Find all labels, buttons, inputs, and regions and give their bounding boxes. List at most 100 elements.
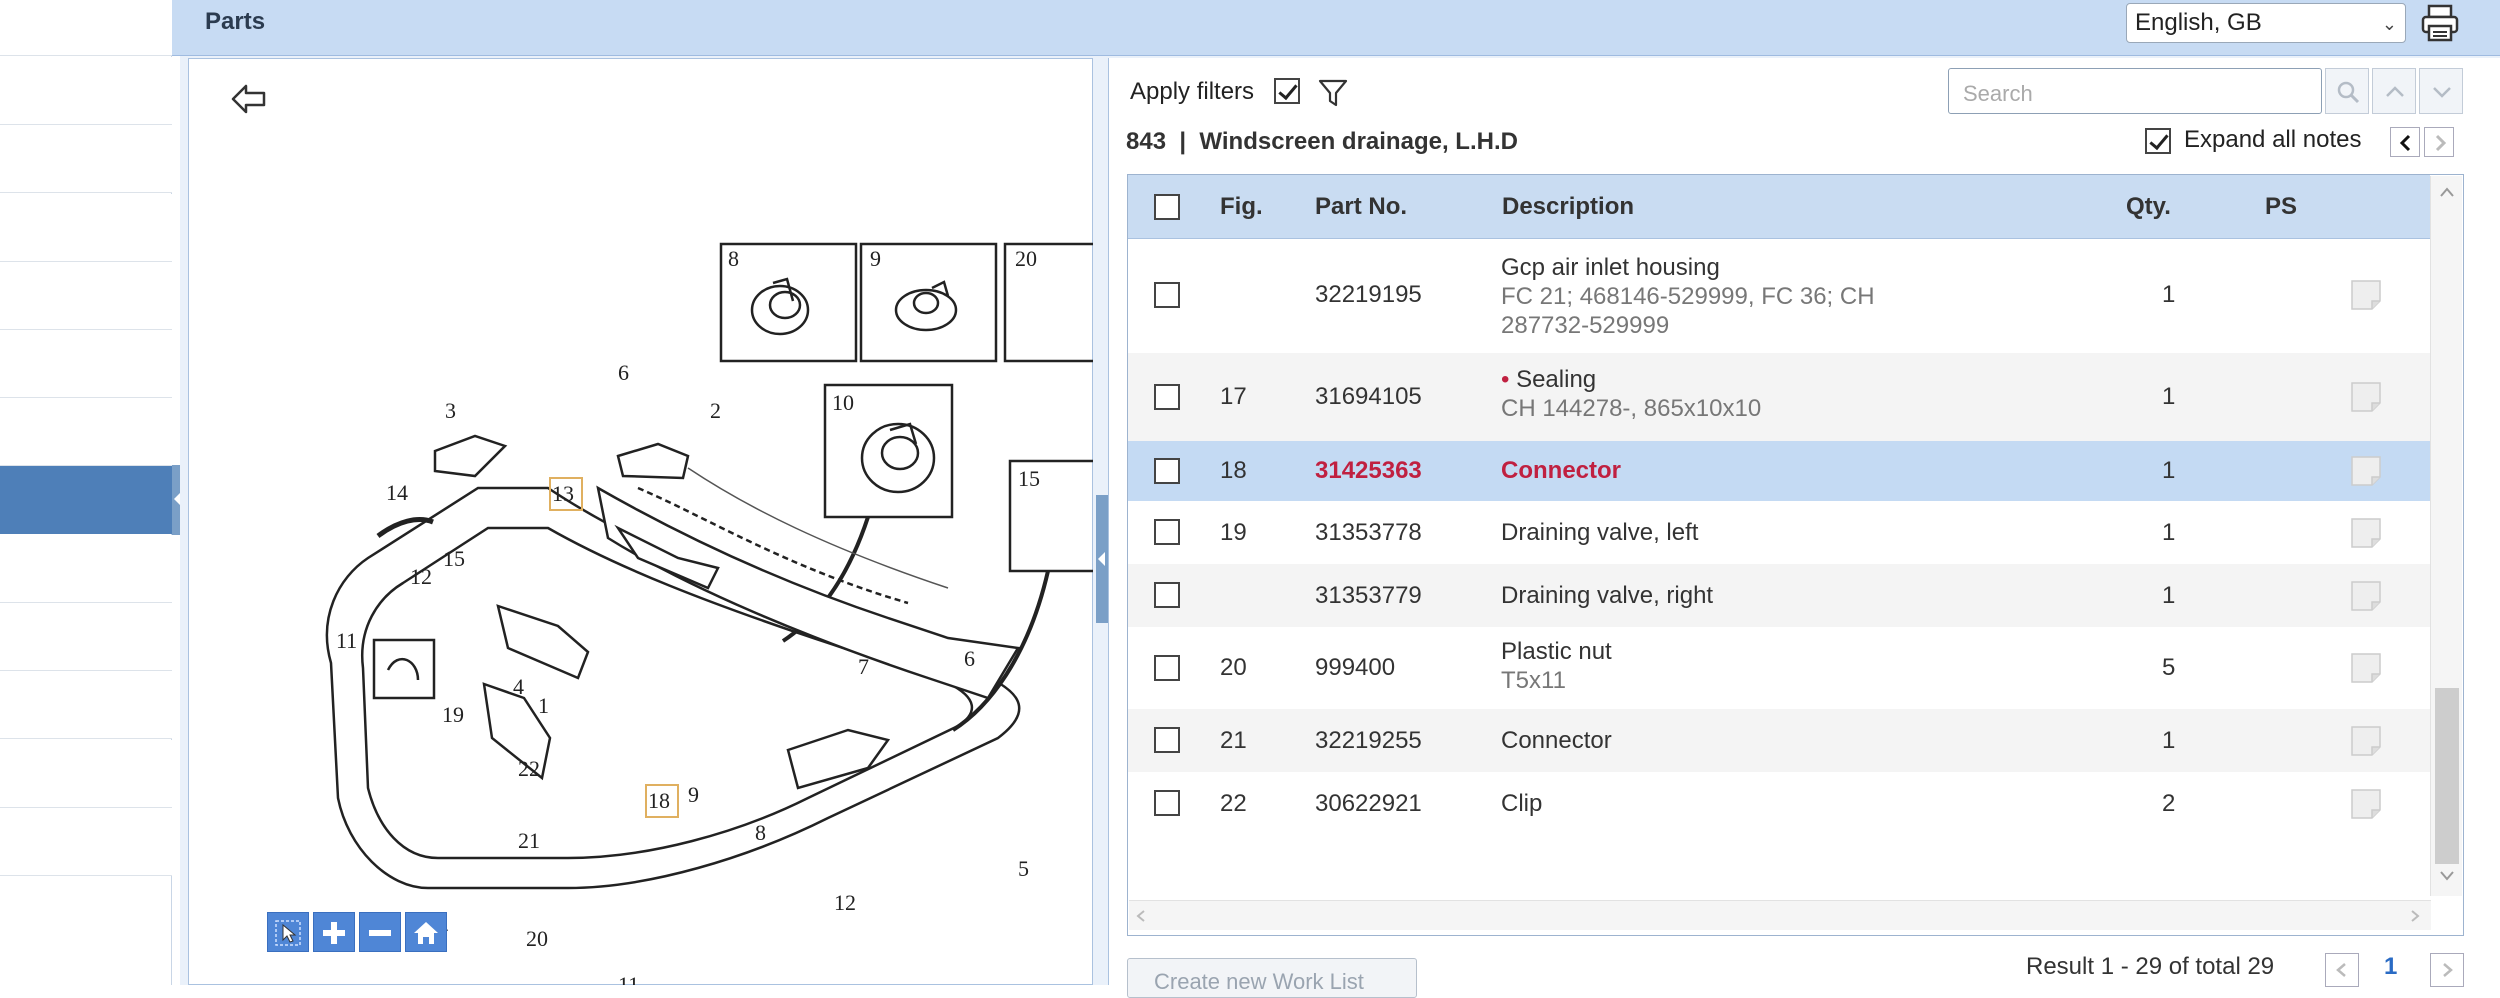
row-checkbox[interactable] bbox=[1154, 384, 1180, 410]
next-page-button[interactable] bbox=[2430, 953, 2464, 987]
diagram-collapse-handle[interactable] bbox=[1096, 495, 1108, 623]
callout-label: 1 bbox=[538, 693, 549, 718]
parts-group-title: 843 | Windscreen drainage, L.H.D bbox=[1126, 128, 1518, 155]
part-description: Connector bbox=[1501, 727, 1612, 754]
part-description: Connector bbox=[1501, 457, 1621, 484]
row-checkbox[interactable] bbox=[1154, 790, 1180, 816]
previous-page-button[interactable] bbox=[2325, 953, 2359, 987]
home-icon bbox=[414, 922, 438, 944]
row-checkbox[interactable] bbox=[1154, 282, 1180, 308]
callout-label: 8 bbox=[728, 246, 739, 271]
part-quantity: 1 bbox=[2162, 281, 2176, 308]
part-number: 30622921 bbox=[1315, 790, 1422, 817]
note-icon[interactable] bbox=[2350, 580, 2382, 612]
callout-label: 22 bbox=[518, 756, 540, 781]
zoom-in-button[interactable] bbox=[313, 912, 355, 952]
expand-notes-checkbox[interactable] bbox=[2145, 128, 2171, 154]
previous-group-button[interactable] bbox=[2390, 127, 2420, 157]
search-button[interactable] bbox=[2325, 68, 2369, 114]
note-icon[interactable] bbox=[2350, 652, 2382, 684]
callout-label: 6 bbox=[618, 360, 629, 385]
exploded-parts-diagram[interactable]: 8 9 20 10 15 3 6 2 13 14 12 15 11 4 1 7 … bbox=[188, 58, 1093, 985]
sidebar-item[interactable] bbox=[0, 808, 172, 876]
sidebar-item[interactable] bbox=[0, 194, 172, 262]
note-bullet: • bbox=[1501, 366, 1510, 393]
part-quantity: 2 bbox=[2162, 790, 2176, 817]
select-tool-button[interactable] bbox=[267, 912, 309, 952]
row-checkbox[interactable] bbox=[1154, 655, 1180, 681]
table-row[interactable]: 21 32219255 Connector 1 bbox=[1128, 709, 2430, 772]
chevron-left-icon bbox=[2399, 134, 2411, 152]
table-row[interactable]: 19 31353778 Draining valve, left 1 bbox=[1128, 501, 2430, 564]
result-count: Result 1 - 29 of total 29 bbox=[2026, 953, 2275, 980]
apply-filters-checkbox[interactable] bbox=[1274, 78, 1300, 104]
table-row[interactable]: 17 31694105 • Sealing CH 144278-, 865x10… bbox=[1128, 353, 2430, 441]
search-input[interactable]: Search bbox=[1948, 68, 2322, 114]
sidebar-item[interactable] bbox=[0, 671, 172, 739]
callout-label: 12 bbox=[410, 564, 432, 589]
table-row[interactable]: 20 999400 Plastic nut T5x11 5 bbox=[1128, 627, 2430, 709]
sidebar-item-active[interactable] bbox=[0, 466, 172, 534]
note-icon[interactable] bbox=[2350, 788, 2382, 820]
print-button[interactable] bbox=[2418, 2, 2462, 44]
next-group-button[interactable] bbox=[2424, 127, 2454, 157]
language-select[interactable]: English, GB ⌄ bbox=[2126, 3, 2406, 43]
callout-label: 5 bbox=[1018, 856, 1029, 881]
current-page[interactable]: 1 bbox=[2384, 953, 2397, 981]
column-header-fig[interactable]: Fig. bbox=[1220, 193, 1263, 221]
callout-label: 9 bbox=[688, 782, 699, 807]
table-header: Fig. Part No. Description Qty. PS bbox=[1128, 175, 2430, 239]
note-icon[interactable] bbox=[2350, 455, 2382, 487]
select-all-checkbox[interactable] bbox=[1154, 194, 1180, 220]
column-header-part-no[interactable]: Part No. bbox=[1315, 193, 1407, 221]
row-checkbox[interactable] bbox=[1154, 519, 1180, 545]
column-header-qty[interactable]: Qty. bbox=[2126, 193, 2171, 221]
table-vertical-scrollbar[interactable] bbox=[2430, 176, 2462, 896]
table-horizontal-scrollbar[interactable] bbox=[1129, 900, 2431, 930]
search-previous-button[interactable] bbox=[2372, 68, 2416, 114]
part-description: • Sealing CH 144278-, 865x10x10 bbox=[1501, 366, 1762, 422]
part-quantity: 1 bbox=[2162, 457, 2176, 484]
row-checkbox[interactable] bbox=[1154, 458, 1180, 484]
sidebar-item[interactable] bbox=[0, 603, 172, 671]
chevron-left-icon bbox=[2336, 963, 2346, 977]
table-row[interactable]: 31353779 Draining valve, right 1 bbox=[1128, 564, 2430, 627]
zoom-out-button[interactable] bbox=[359, 912, 401, 952]
reset-view-button[interactable] bbox=[405, 912, 447, 952]
scrollbar-thumb[interactable] bbox=[2435, 688, 2459, 864]
part-number[interactable]: 31425363 bbox=[1315, 457, 1422, 485]
create-work-list-button[interactable]: Create new Work List bbox=[1127, 958, 1417, 998]
filter-icon[interactable] bbox=[1318, 78, 1348, 108]
sidebar-item[interactable] bbox=[0, 535, 172, 603]
part-description: Draining valve, right bbox=[1501, 582, 1714, 609]
chevron-right-icon bbox=[2435, 134, 2447, 152]
callout-label: 11 bbox=[618, 972, 639, 985]
back-arrow-icon bbox=[231, 84, 266, 114]
sidebar-item[interactable] bbox=[0, 330, 172, 398]
sidebar-item[interactable] bbox=[0, 0, 172, 56]
part-quantity: 1 bbox=[2162, 727, 2176, 754]
search-next-button[interactable] bbox=[2419, 68, 2463, 114]
table-row-selected[interactable]: 18 31425363 Connector 1 bbox=[1128, 441, 2430, 501]
row-checkbox[interactable] bbox=[1154, 727, 1180, 753]
column-header-description[interactable]: Description bbox=[1502, 193, 1634, 221]
row-checkbox[interactable] bbox=[1154, 582, 1180, 608]
sidebar-item[interactable]: s bbox=[0, 125, 172, 193]
sidebar-item[interactable] bbox=[0, 740, 172, 808]
sidebar-item[interactable] bbox=[0, 57, 172, 125]
sidebar-item[interactable] bbox=[0, 262, 172, 330]
column-header-ps[interactable]: PS bbox=[2265, 193, 2297, 221]
part-number: 32219255 bbox=[1315, 727, 1422, 754]
note-icon[interactable] bbox=[2350, 381, 2382, 413]
callout-label: 9 bbox=[870, 246, 881, 271]
callout-label: 15 bbox=[1018, 466, 1040, 491]
part-description: Plastic nut T5x11 bbox=[1501, 638, 1612, 694]
table-row[interactable]: 32219195 Gcp air inlet housing FC 21; 46… bbox=[1128, 239, 2430, 353]
note-icon[interactable] bbox=[2350, 279, 2382, 311]
part-description: Draining valve, left bbox=[1501, 519, 1699, 546]
note-icon[interactable] bbox=[2350, 725, 2382, 757]
sidebar-item[interactable] bbox=[0, 398, 172, 466]
note-icon[interactable] bbox=[2350, 517, 2382, 549]
table-row[interactable]: 22 30622921 Clip 2 bbox=[1128, 772, 2430, 835]
back-button[interactable] bbox=[230, 82, 268, 116]
